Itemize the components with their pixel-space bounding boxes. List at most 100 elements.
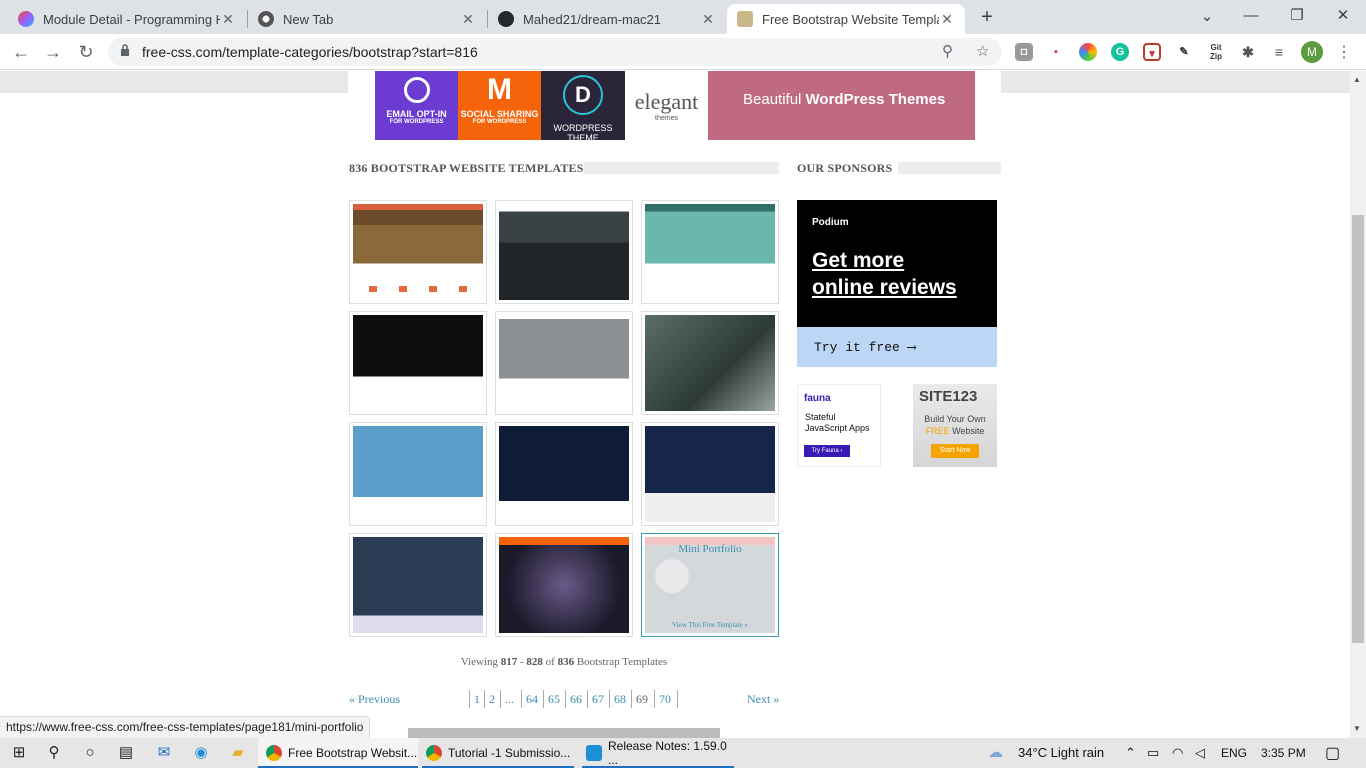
close-window-button[interactable]: ✕ (1328, 4, 1358, 28)
template-thumbnail[interactable] (495, 533, 633, 637)
close-tab-icon[interactable]: ✕ (939, 11, 955, 28)
task-view-icon[interactable]: ▤ (116, 743, 136, 763)
figma-icon (18, 11, 34, 27)
page-link[interactable]: 64 (521, 690, 542, 708)
close-tab-icon[interactable]: ✕ (700, 11, 716, 28)
zoom-icon[interactable]: ⚲ (942, 42, 953, 60)
template-preview (499, 426, 629, 522)
fauna-ad[interactable]: fauna Stateful JavaScript Apps Try Fauna… (797, 384, 881, 467)
page-link[interactable]: 67 (587, 690, 608, 708)
footer-image-edge (408, 728, 720, 738)
template-thumbnail[interactable] (349, 200, 487, 304)
tray-chevron-icon[interactable]: ⌃ (1125, 745, 1136, 761)
podium-headline: Get more online reviews (812, 249, 957, 299)
close-tab-icon[interactable]: ✕ (460, 11, 476, 28)
pocket-icon[interactable]: ▾ (1143, 43, 1161, 61)
chrome-menu-icon[interactable]: ⋮ (1336, 42, 1352, 62)
next-link[interactable]: Next » (747, 692, 779, 707)
profile-avatar[interactable]: M (1301, 41, 1323, 63)
color-ext-icon[interactable]: ▪ (1047, 43, 1065, 61)
grammarly-icon[interactable]: G (1111, 43, 1129, 61)
battery-icon[interactable]: ▭ (1147, 745, 1159, 761)
browser-toolbar: ← → ↻ free-css.com/template-categories/b… (0, 34, 1366, 70)
template-thumbnail[interactable] (641, 422, 779, 526)
page-link[interactable]: 70 (654, 690, 675, 708)
fauna-text: Stateful JavaScript Apps (805, 412, 870, 433)
close-tab-icon[interactable]: ✕ (220, 11, 236, 28)
cortana-icon[interactable]: ○ (80, 743, 100, 763)
media-control-icon[interactable]: ≡ (1270, 43, 1288, 61)
volume-icon[interactable]: ◁ (1195, 745, 1205, 761)
template-thumbnail[interactable] (349, 422, 487, 526)
template-thumbnail[interactable] (495, 422, 633, 526)
page-link[interactable]: 66 (565, 690, 586, 708)
page-link[interactable]: 65 (543, 690, 564, 708)
minimize-button[interactable]: — (1236, 4, 1266, 28)
template-preview (353, 315, 483, 411)
extensions-puzzle-icon[interactable]: ✱ (1239, 43, 1257, 61)
tab-free-bootstrap[interactable]: Free Bootstrap Website Template ✕ (727, 4, 965, 34)
windows-start-icon[interactable]: ⊞ (9, 743, 29, 763)
template-thumbnail[interactable] (495, 311, 633, 415)
template-thumbnail[interactable] (641, 200, 779, 304)
site123-ad[interactable]: SITE123 Build Your Own FREE Website Star… (913, 384, 997, 467)
camera-icon[interactable]: ◘ (1015, 43, 1033, 61)
taskbar-app-chrome[interactable]: Tutorial -1 Submissio... (418, 738, 578, 768)
gitzip-icon[interactable]: Git Zip (1207, 43, 1225, 61)
link-status-bubble: https://www.free-css.com/free-css-templa… (0, 716, 371, 738)
banner-elegant-logo: elegant themes (625, 71, 708, 140)
new-tab-button[interactable]: + (976, 6, 998, 28)
templates-heading: 836 BOOTSTRAP WEBSITE TEMPLATES (349, 161, 584, 175)
template-thumbnail[interactable] (349, 533, 487, 637)
view-template-link[interactable]: View This Free Template » (645, 621, 775, 629)
notifications-icon[interactable]: ▢ (1325, 743, 1340, 763)
language-indicator[interactable]: ENG (1221, 746, 1247, 760)
page-link[interactable]: 2 (484, 690, 499, 708)
page-link[interactable]: 68 (609, 690, 630, 708)
banner-email-optin: EMAIL OPT-IN FOR WORDPRESS (375, 71, 458, 140)
reload-button[interactable]: ↻ (74, 40, 98, 64)
taskbar-app-vscode[interactable]: Release Notes: 1.59.0 ... (578, 738, 738, 768)
previous-link[interactable]: « Previous (349, 692, 400, 707)
clock[interactable]: 3:35 PM (1261, 746, 1306, 760)
template-preview (645, 204, 775, 300)
tab-search-icon[interactable]: ⌄ (1192, 5, 1222, 29)
tab-module-detail[interactable]: Module Detail - Programming He ✕ (8, 4, 246, 34)
file-explorer-icon[interactable]: ▰ (228, 743, 248, 763)
mail-icon[interactable]: ✉ (154, 743, 174, 763)
scroll-down-arrow[interactable]: ▼ (1353, 724, 1361, 733)
bookmark-star-icon[interactable]: ☆ (976, 42, 989, 60)
tab-github[interactable]: Mahed21/dream-mac21 ✕ (488, 4, 726, 34)
template-thumbnail[interactable] (641, 311, 779, 415)
taskbar-app-chrome-active[interactable]: Free Bootstrap Websit... (258, 738, 418, 768)
template-thumbnail-hovered[interactable]: Mini Portfolio View This Free Template » (641, 533, 779, 637)
template-thumbnail[interactable] (349, 311, 487, 415)
wifi-icon[interactable]: ◠ (1172, 745, 1183, 761)
weather-text[interactable]: 34°C Light rain (1018, 745, 1104, 760)
forward-button[interactable]: → (41, 40, 65, 64)
maximize-button[interactable]: ❐ (1282, 4, 1312, 28)
scroll-up-arrow[interactable]: ▲ (1353, 75, 1361, 84)
fauna-button[interactable]: Try Fauna › (804, 445, 850, 457)
address-bar[interactable]: free-css.com/template-categories/bootstr… (108, 38, 1002, 66)
chrome-icon (266, 745, 282, 761)
colorwheel-icon[interactable] (1079, 43, 1097, 61)
banner-social-sharing: M SOCIAL SHARING FOR WORDPRESS (458, 71, 541, 140)
weather-icon: ☁ (988, 744, 1003, 761)
podium-ad[interactable]: Podium Get more online reviews Try it fr… (797, 200, 997, 367)
tab-new-tab[interactable]: New Tab ✕ (248, 4, 486, 34)
back-button[interactable]: ← (9, 40, 33, 64)
css-icon (737, 11, 753, 27)
divi-icon: D (563, 75, 603, 115)
template-thumbnail[interactable] (495, 200, 633, 304)
podium-cta[interactable]: Try it free ⟶ (797, 327, 997, 367)
eyedropper-icon[interactable]: ✎ (1175, 43, 1193, 61)
site123-button[interactable]: Start Now (931, 444, 979, 458)
banner-tagline: Beautiful WordPress Themes (743, 91, 946, 108)
search-icon[interactable]: ⚲ (44, 743, 64, 763)
elegant-themes-banner[interactable]: EMAIL OPT-IN FOR WORDPRESS M SOCIAL SHAR… (375, 71, 975, 143)
page-link[interactable]: 1 (469, 690, 484, 708)
edge-icon[interactable]: ◉ (191, 743, 211, 763)
scroll-thumb[interactable] (1352, 215, 1364, 643)
page-scrollbar[interactable]: ▲ ▼ (1350, 71, 1366, 738)
